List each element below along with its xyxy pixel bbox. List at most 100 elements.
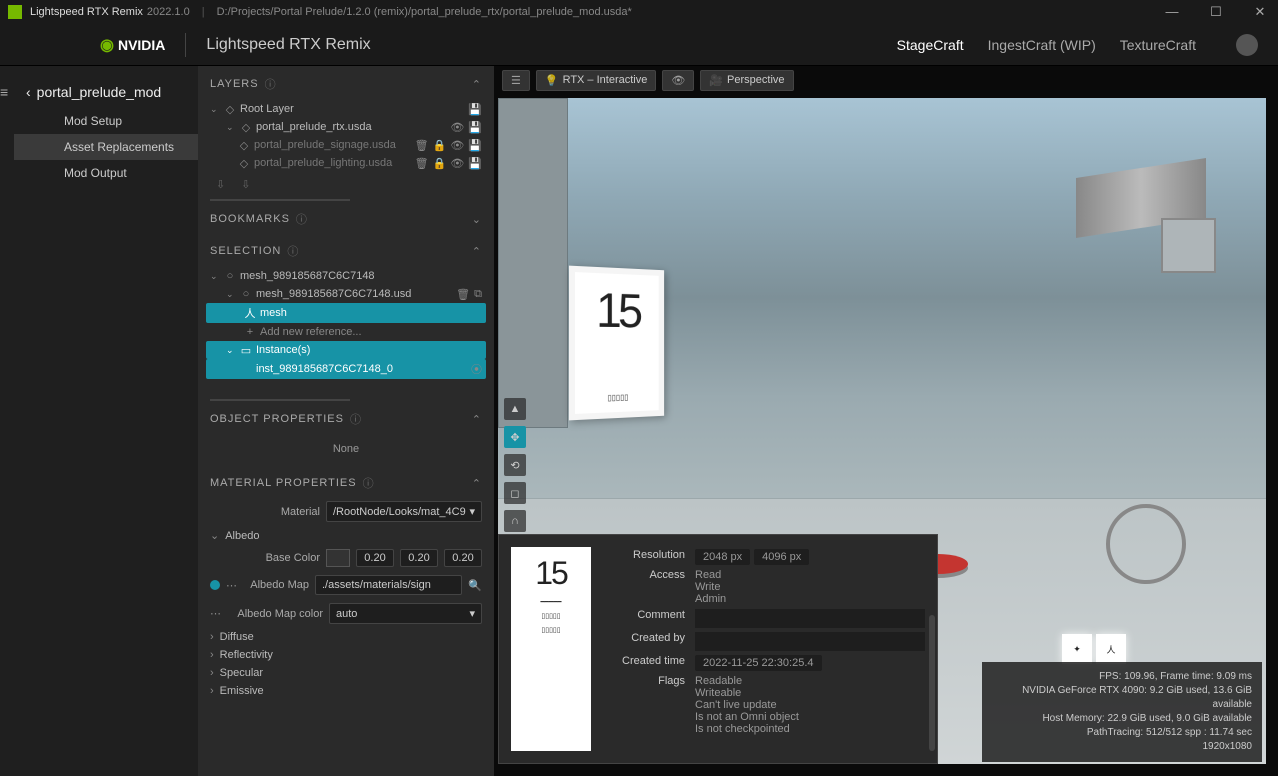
snap-tool[interactable]: ∩: [504, 510, 526, 532]
section-bookmarks[interactable]: BOOKMARKS ⓘ ⌄: [198, 201, 494, 233]
camera-dropdown[interactable]: 🎥Perspective: [700, 70, 793, 91]
comment-input[interactable]: [695, 609, 925, 628]
app-icon: [8, 5, 22, 19]
breadcrumb[interactable]: ‹ portal_prelude_mod: [14, 76, 198, 108]
layer-item[interactable]: ⌄◇ portal_prelude_rtx.usda 👁💾: [206, 118, 486, 136]
selection-row-mesh[interactable]: 人 mesh: [206, 303, 486, 323]
albedo-map-path[interactable]: ./assets/materials/sign: [315, 575, 462, 595]
user-avatar[interactable]: [1236, 34, 1258, 56]
subsection-specular[interactable]: ›Specular: [198, 664, 494, 682]
info-icon: ⓘ: [363, 475, 375, 491]
subsection-diffuse[interactable]: ›Diffuse: [198, 628, 494, 646]
delete-icon[interactable]: 🗑: [415, 157, 429, 170]
scene-cube: [1161, 218, 1216, 273]
sidebar-item-asset-replacements[interactable]: Asset Replacements: [14, 134, 198, 160]
selection-row[interactable]: ⌄○ mesh_989185687C6C7148: [206, 267, 486, 285]
chevron-up-icon: ⌃: [472, 245, 482, 258]
save-icon[interactable]: 💾: [468, 103, 482, 116]
selection-row-instances[interactable]: ⌄▭ Instance(s): [206, 341, 486, 359]
chevron-left-icon: ‹: [26, 84, 31, 100]
override-indicator: [210, 580, 220, 590]
base-color-g[interactable]: [400, 549, 438, 567]
minimize-button[interactable]: —: [1162, 4, 1182, 20]
section-layers[interactable]: LAYERS ⓘ ⌃: [198, 66, 494, 98]
copy-icon[interactable]: ⧉: [474, 288, 482, 301]
base-color-b[interactable]: [444, 549, 482, 567]
save-icon[interactable]: 💾: [468, 121, 482, 134]
base-color-r[interactable]: [356, 549, 394, 567]
subsection-albedo[interactable]: ⌄Albedo: [198, 526, 494, 545]
layer-item[interactable]: ◇ portal_prelude_signage.usda 🗑🔒👁💾: [206, 136, 486, 154]
viewport-container: ☰ 💡RTX – Interactive 👁 🎥Perspective 15 ▯…: [494, 66, 1278, 776]
close-button[interactable]: ✕: [1250, 4, 1270, 20]
nav-stagecraft[interactable]: StageCraft: [897, 37, 964, 53]
import-icon[interactable]: ⇩: [241, 178, 250, 191]
save-icon[interactable]: 💾: [468, 139, 482, 152]
createdby-input[interactable]: [695, 632, 925, 651]
scale-tool[interactable]: ◻: [504, 482, 526, 504]
hamburger-icon[interactable]: ≡: [0, 84, 14, 776]
material-dropdown[interactable]: /RootNode/Looks/mat_4C9 ▾: [326, 501, 482, 522]
section-selection[interactable]: SELECTION ⓘ ⌃: [198, 233, 494, 265]
selection-row[interactable]: ⌄○ mesh_989185687C6C7148.usd 🗑⧉: [206, 285, 486, 303]
layer-root[interactable]: ⌄◇ Root Layer 💾: [206, 100, 486, 118]
comment-label: Comment: [603, 609, 695, 628]
settings-button[interactable]: ☰: [502, 70, 530, 91]
render-mode-dropdown[interactable]: 💡RTX – Interactive: [536, 70, 656, 91]
app-version: 2022.1.0: [147, 6, 190, 18]
resolution-width: 2048 px: [695, 549, 750, 565]
add-reference-button[interactable]: + Add new reference...: [206, 323, 486, 341]
header-title: Lightspeed RTX Remix: [206, 36, 896, 54]
lock-icon[interactable]: 🔒: [433, 157, 447, 170]
header-divider: [185, 33, 186, 57]
section-object-properties[interactable]: OBJECT PROPERTIES ⓘ ⌃: [198, 401, 494, 433]
nav-texturecraft[interactable]: TextureCraft: [1120, 37, 1196, 53]
camera-icon: 🎥: [709, 74, 723, 87]
browse-icon[interactable]: 🔍: [468, 579, 482, 592]
sliders-icon: ☰: [511, 74, 521, 87]
selection-row-instance[interactable]: inst_989185687C6C7148_0 ⦿: [206, 359, 486, 379]
eye-icon[interactable]: 👁: [450, 139, 464, 152]
delete-icon[interactable]: 🗑: [456, 288, 470, 301]
chevron-up-icon: ⌃: [472, 413, 482, 426]
bulb-icon: 💡: [545, 74, 559, 87]
asset-info-panel: 15 ━━━━━ ▯▯▯▯▯ ▯▯▯▯▯ Resolution 2048 px4…: [498, 534, 938, 764]
layer-item[interactable]: ◇ portal_prelude_lighting.usda 🗑🔒👁💾: [206, 154, 486, 172]
color-swatch[interactable]: [326, 549, 350, 567]
lock-icon[interactable]: 🔒: [433, 139, 447, 152]
chevron-down-icon: ⌄: [472, 213, 482, 226]
subsection-emissive[interactable]: ›Emissive: [198, 682, 494, 700]
resolution-label: Resolution: [603, 549, 695, 565]
createdtime-label: Created time: [603, 655, 695, 671]
access-label: Access: [603, 569, 695, 605]
rotate-tool[interactable]: ⟲: [504, 454, 526, 476]
select-tool[interactable]: ▲: [504, 398, 526, 420]
more-icon[interactable]: ⋯: [210, 607, 221, 620]
import-icon[interactable]: ⇩: [216, 178, 225, 191]
more-icon[interactable]: ⋯: [226, 579, 237, 592]
info-icon: ⓘ: [296, 211, 308, 227]
sidebar-item-mod-output[interactable]: Mod Output: [14, 160, 198, 186]
section-material-properties[interactable]: MATERIAL PROPERTIES ⓘ ⌃: [198, 465, 494, 497]
sidebar-item-mod-setup[interactable]: Mod Setup: [14, 108, 198, 134]
albedo-map-color-dropdown[interactable]: auto ▾: [329, 603, 482, 624]
resolution-height: 4096 px: [754, 549, 809, 565]
file-path: D:/Projects/Portal Prelude/1.2.0 (remix)…: [217, 6, 1162, 18]
info-icon: ⓘ: [265, 76, 277, 92]
eye-icon[interactable]: 👁: [450, 121, 464, 134]
subsection-reflectivity[interactable]: ›Reflectivity: [198, 646, 494, 664]
viewport-toolbar: ☰ 💡RTX – Interactive 👁 🎥Perspective: [494, 66, 1278, 94]
chevron-down-icon: ▾: [469, 607, 475, 620]
eye-icon[interactable]: 👁: [450, 157, 464, 170]
nav-ingestcraft[interactable]: IngestCraft (WIP): [988, 37, 1096, 53]
scrollbar[interactable]: [929, 615, 935, 751]
delete-icon[interactable]: 🗑: [415, 139, 429, 152]
app-name: Lightspeed RTX Remix: [30, 6, 143, 18]
move-tool[interactable]: ✥: [504, 426, 526, 448]
save-icon[interactable]: 💾: [468, 157, 482, 170]
left-rail: ≡: [0, 66, 14, 776]
visibility-button[interactable]: 👁: [662, 70, 694, 91]
maximize-button[interactable]: ☐: [1206, 4, 1226, 20]
material-label: Material: [210, 506, 320, 518]
target-icon[interactable]: ⦿: [471, 361, 482, 377]
